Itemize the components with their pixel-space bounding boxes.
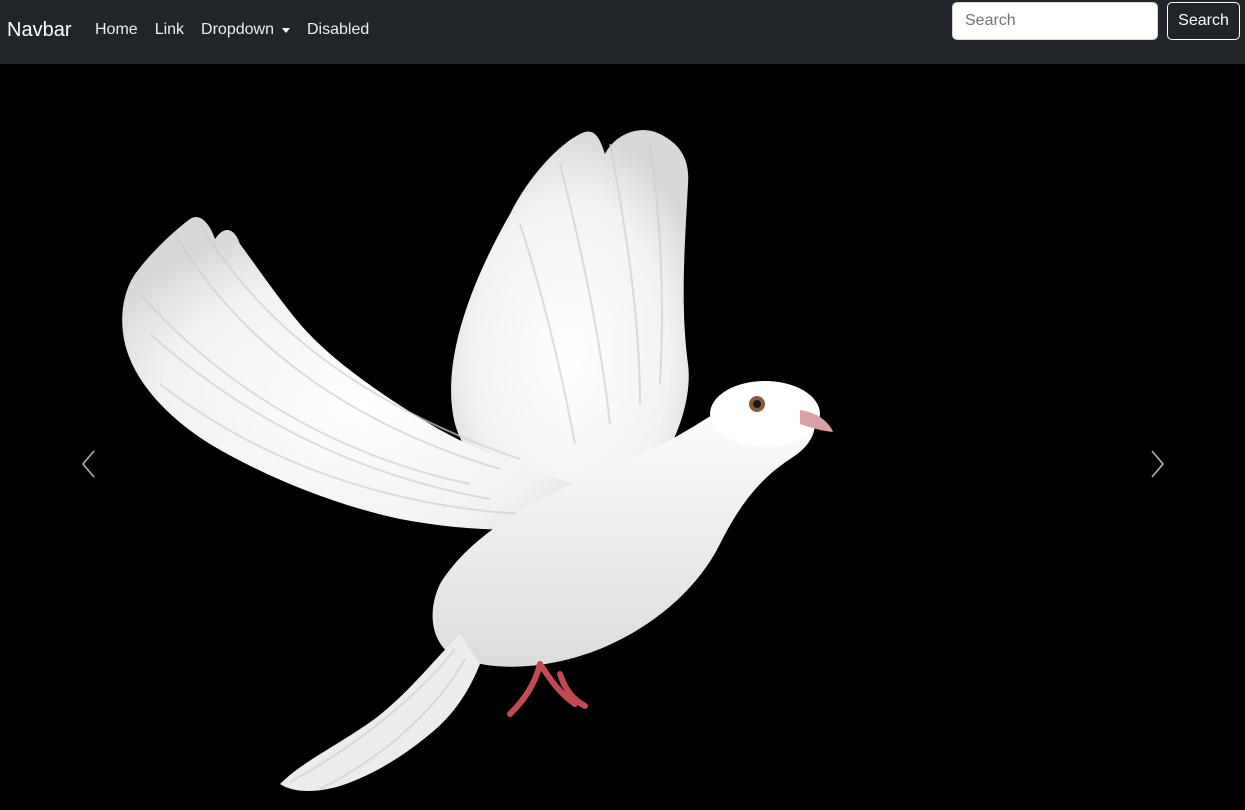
search-input[interactable] [952,2,1158,40]
caret-down-icon [281,27,290,33]
nav-link-disabled: Disabled [306,21,370,38]
nav-link-home[interactable]: Home [95,19,138,41]
carousel-prev-button[interactable] [59,434,119,494]
carousel-next-button[interactable] [1127,434,1187,494]
carousel [0,64,1245,810]
nav-dropdown[interactable]: Dropdown [201,19,290,41]
nav-dropdown-label: Dropdown [201,21,274,38]
nav-links: Home Link Dropdown Disabled [95,19,386,41]
navbar-brand[interactable]: Navbar [7,17,71,43]
chevron-right-icon [1151,450,1165,478]
navbar: Navbar Home Link Dropdown Disabled Searc… [0,0,1245,64]
chevron-left-icon [81,450,95,478]
search-button[interactable]: Search [1167,2,1240,40]
white-dove-icon [0,64,1245,810]
nav-link-link[interactable]: Link [155,19,184,41]
